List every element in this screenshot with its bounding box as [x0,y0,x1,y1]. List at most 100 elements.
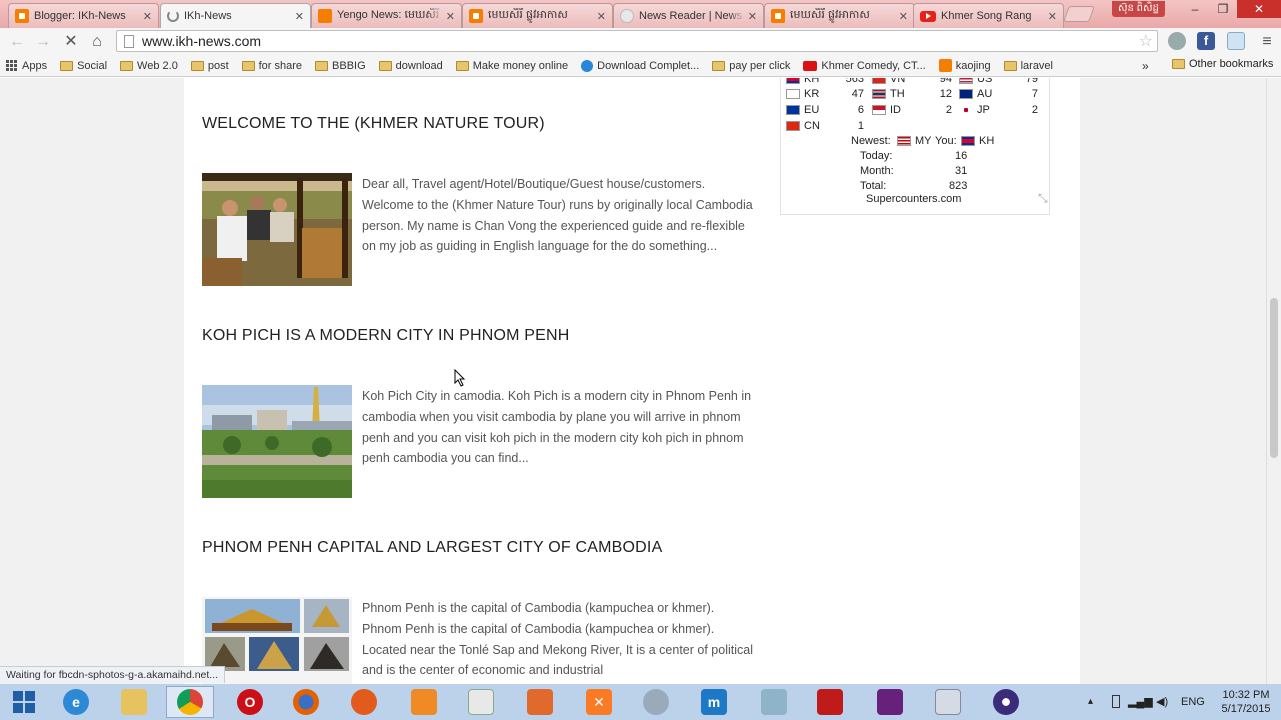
taskbar-calculator[interactable] [924,686,972,718]
taskbar-network-tool[interactable] [632,686,680,718]
tab-blogger[interactable]: Blogger: IKh-News ✕ [8,3,159,28]
taskbar-excel[interactable] [457,686,505,718]
taskbar-internet-explorer[interactable]: e [52,686,100,718]
minimize-button[interactable]: – [1181,0,1209,18]
other-bookmarks[interactable]: Other bookmarks [1172,58,1273,70]
taskbar-app[interactable] [750,686,798,718]
menu-icon[interactable]: ≡ [1256,31,1278,53]
youtube-icon [803,60,818,71]
scrollbar-thumb[interactable] [1270,298,1278,458]
bookmark-label: Download Complet... [597,59,700,72]
taskbar-chrome[interactable] [166,686,214,718]
mouse-cursor-icon [454,369,466,387]
clock-time[interactable]: 10:32 PM [1214,689,1278,701]
flag-au-icon [959,89,973,99]
bookmark-post[interactable]: post [190,59,229,72]
today-value: 16 [955,150,968,162]
url-text[interactable]: www.ikh-news.com [142,33,1139,49]
country-count: 2 [1031,104,1038,116]
taskbar-opera[interactable]: O [226,686,274,718]
bookmark-for-share[interactable]: for share [241,60,302,72]
post-title[interactable]: PHNOM PENH CAPITAL AND LARGEST CITY OF C… [202,539,662,557]
bookmark-star-icon[interactable]: ☆ [1139,31,1153,51]
page-scrollbar[interactable] [1266,78,1281,684]
folder-icon [1003,60,1017,71]
post-title[interactable]: WELCOME TO THE (KHMER NATURE TOUR) [202,115,545,133]
close-icon[interactable]: ✕ [597,10,606,23]
bookmark-laravel[interactable]: laravel [1003,60,1053,72]
bookmark-make-money[interactable]: Make money online [455,59,569,72]
file-explorer-icon [121,689,147,715]
new-tab-button[interactable] [1063,6,1095,22]
bookmarks-overflow-chevron[interactable]: » [1142,59,1149,73]
language-indicator[interactable]: ENG [1181,696,1205,708]
close-icon[interactable]: ✕ [295,10,304,23]
taskbar-powerpoint[interactable] [516,686,564,718]
extension-chat-icon[interactable] [1168,32,1186,50]
counter-cell: VN [872,78,905,85]
close-window-button[interactable]: ✕ [1237,0,1281,18]
post-thumbnail-boat-tour[interactable] [202,173,352,286]
country-code: KH [804,78,820,85]
tray-overflow-icon[interactable]: ▴ [1088,696,1093,707]
close-icon[interactable]: ✕ [143,10,152,23]
bookmark-kaojing[interactable]: kaojing [938,59,991,72]
bookmark-khmer-comedy[interactable]: Khmer Comedy, CT... [803,60,926,72]
taskbar-file-explorer[interactable] [110,686,158,718]
bookmark-apps[interactable]: Apps [6,60,47,72]
address-bar[interactable]: www.ikh-news.com ☆ [116,30,1158,52]
visual-studio-icon [877,689,903,715]
country-code: ID [890,104,901,116]
folder-icon [712,60,726,71]
close-icon[interactable]: ✕ [446,10,455,23]
tab-blogger-khmer-1[interactable]: មេឃសិរី ផ្លូវអាកាស ✕ [462,3,613,28]
stop-button[interactable]: ✕ [60,31,82,53]
supercounters-link[interactable]: Supercounters.com [866,193,961,205]
taskbar-uc-browser[interactable] [400,686,448,718]
battery-icon[interactable] [1112,695,1120,708]
page-viewport: WELCOME TO THE (KHMER NATURE TOUR) Dear … [0,78,1266,684]
tab-yengo-news[interactable]: Yengo News: មេឃសិរី ✕ [311,3,462,28]
bookmark-label: Make money online [472,59,569,72]
counter-cell: EU [786,104,819,116]
flag-my-icon [897,136,911,146]
forward-button[interactable]: → [32,31,54,53]
close-icon[interactable]: ✕ [1048,10,1057,23]
taskbar-firefox[interactable] [282,686,330,718]
signal-icon[interactable]: ▂▄▆ [1128,695,1153,708]
volume-icon[interactable]: ◀) [1156,695,1168,708]
close-icon[interactable]: ✕ [899,10,908,23]
back-button[interactable]: ← [6,31,28,53]
taskbar-filezilla[interactable] [806,686,854,718]
taskbar-visual-studio[interactable] [866,686,914,718]
tab-blogger-khmer-2[interactable]: មេឃសិរី ផ្លូវអាកាស ✕ [764,3,915,28]
maximize-button[interactable]: ❐ [1209,0,1237,18]
start-button[interactable] [0,684,48,720]
bookmark-web20[interactable]: Web 2.0 [120,60,178,72]
tab-news-reader[interactable]: News Reader | News ✕ [613,3,764,28]
post-title[interactable]: KOH PICH IS A MODERN CITY IN PHNOM PENH [202,327,570,345]
folder-icon [378,60,392,71]
bookmark-download[interactable]: download [378,60,443,72]
taskbar-media-player[interactable] [340,686,388,718]
post-thumbnail-koh-pich[interactable] [202,385,352,498]
taskbar-maxthon[interactable]: m [690,686,738,718]
tab-ikh-news[interactable]: IKh-News ✕ [160,3,311,28]
taskbar-xampp[interactable]: ✕ [575,686,623,718]
total-value: 823 [949,180,968,192]
close-icon[interactable]: ✕ [748,10,757,23]
flag-kh-icon [786,78,800,84]
home-button[interactable]: ⌂ [86,31,108,53]
bookmark-social[interactable]: Social [60,60,107,72]
tab-khmer-song[interactable]: Khmer Song Rang ✕ [913,3,1064,28]
clock-date[interactable]: 5/17/2015 [1214,703,1278,715]
bookmark-label: post [207,59,229,72]
bookmark-bbbig[interactable]: BBBIG [315,60,366,72]
taskbar-eclipse[interactable] [982,686,1030,718]
extension-globe-icon[interactable] [1227,32,1245,50]
flag-jp-icon [959,105,973,115]
profile-button[interactable]: ស៊ុន ពិសិដ្ឋ [1112,1,1165,17]
facebook-icon[interactable]: f [1197,32,1215,50]
bookmark-pay-per-click[interactable]: pay per click [712,60,790,72]
bookmark-download-complete[interactable]: Download Complet... [581,59,700,72]
